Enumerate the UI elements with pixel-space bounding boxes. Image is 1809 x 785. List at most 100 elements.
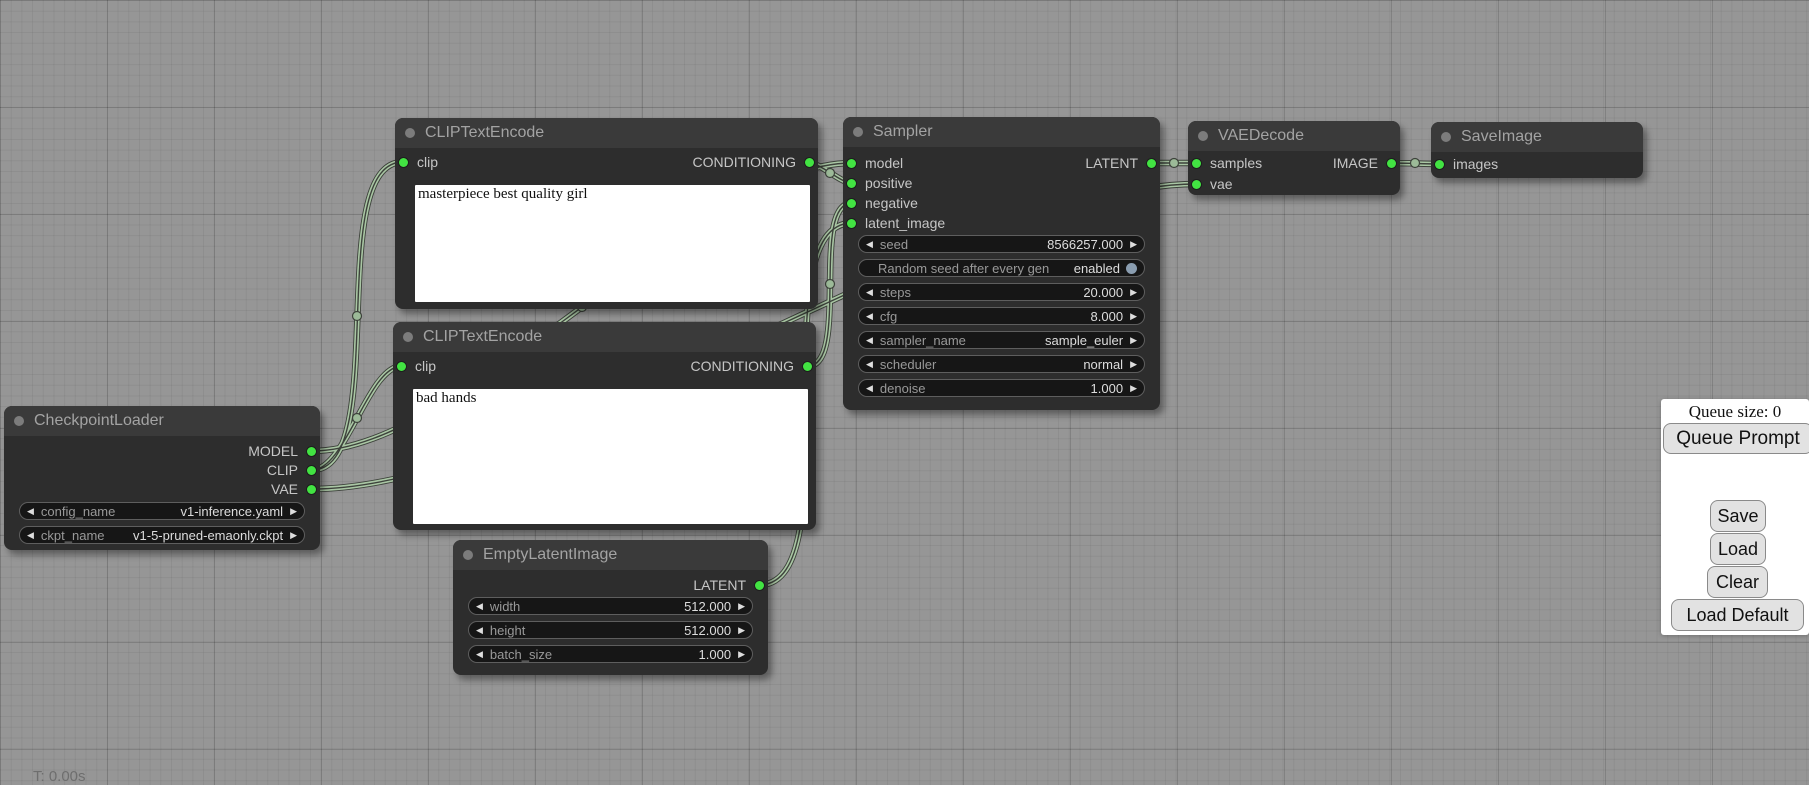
increment-arrow-icon[interactable]: ▶ <box>1130 307 1137 325</box>
port-label: CONDITIONING <box>693 154 796 170</box>
widget-cfg[interactable]: ◀ cfg 8.000 ▶ <box>858 307 1145 325</box>
node-emptylatentimage[interactable]: EmptyLatentImage LATENT ◀ width 512.000 … <box>453 540 768 675</box>
node-title: SaveImage <box>1461 128 1542 146</box>
output-port-dot[interactable] <box>755 581 764 590</box>
widget-label: batch_size <box>490 647 552 662</box>
node-title-bar[interactable]: EmptyLatentImage <box>453 540 768 570</box>
output-port-dot[interactable] <box>1387 159 1396 168</box>
increment-arrow-icon[interactable]: ▶ <box>290 502 297 520</box>
widget-sampler-name[interactable]: ◀ sampler_name sample_euler ▶ <box>858 331 1145 349</box>
clear-button[interactable]: Clear <box>1707 566 1768 598</box>
output-row-latent: LATENT <box>457 576 764 594</box>
increment-arrow-icon[interactable]: ▶ <box>738 621 745 639</box>
input-port-dot[interactable] <box>847 159 856 168</box>
decrement-arrow-icon[interactable]: ◀ <box>476 597 483 615</box>
node-saveimage[interactable]: SaveImage images <box>1431 122 1643 178</box>
increment-arrow-icon[interactable]: ▶ <box>1130 331 1137 349</box>
node-title-bar[interactable]: VAEDecode <box>1188 121 1400 151</box>
widget-steps[interactable]: ◀ steps 20.000 ▶ <box>858 283 1145 301</box>
output-row-clip: CLIP <box>8 461 316 479</box>
prompt-textarea[interactable]: masterpiece best quality girl <box>415 185 810 302</box>
increment-arrow-icon[interactable]: ▶ <box>1130 235 1137 253</box>
input-port-dot[interactable] <box>847 219 856 228</box>
node-title-bar[interactable]: CheckpointLoader <box>4 406 320 436</box>
collapse-dot-icon[interactable] <box>853 127 863 137</box>
input-row-images: images <box>1435 155 1639 173</box>
input-port-dot[interactable] <box>397 362 406 371</box>
decrement-arrow-icon[interactable]: ◀ <box>866 283 873 301</box>
widget-label: height <box>490 623 525 638</box>
port-label: clip <box>415 358 436 374</box>
collapse-dot-icon[interactable] <box>1198 131 1208 141</box>
widget-config-name[interactable]: ◀ config_name v1-inference.yaml ▶ <box>19 502 305 520</box>
port-label: CONDITIONING <box>691 358 794 374</box>
decrement-arrow-icon[interactable]: ◀ <box>866 355 873 373</box>
decrement-arrow-icon[interactable]: ◀ <box>27 526 34 544</box>
prompt-textarea[interactable]: bad hands <box>413 389 808 524</box>
node-title-bar[interactable]: SaveImage <box>1431 122 1643 152</box>
node-title: VAEDecode <box>1218 127 1304 145</box>
node-title-bar[interactable]: CLIPTextEncode <box>393 322 816 352</box>
save-button[interactable]: Save <box>1710 500 1766 532</box>
toggle-dot-icon[interactable] <box>1126 263 1137 274</box>
load-button[interactable]: Load <box>1710 533 1766 565</box>
increment-arrow-icon[interactable]: ▶ <box>290 526 297 544</box>
input-port-dot[interactable] <box>847 179 856 188</box>
widget-random-seed-toggle[interactable]: Random seed after every gen enabled <box>858 259 1145 277</box>
node-cliptextencode-positive[interactable]: CLIPTextEncode clip CONDITIONING masterp… <box>395 118 818 309</box>
widget-ckpt-name[interactable]: ◀ ckpt_name v1-5-pruned-emaonly.ckpt ▶ <box>19 526 305 544</box>
node-checkpointloader[interactable]: CheckpointLoader MODEL CLIP VAE ◀ config… <box>4 406 320 550</box>
output-port-dot[interactable] <box>803 362 812 371</box>
widget-label: cfg <box>880 309 897 324</box>
widget-value: enabled <box>1074 261 1120 276</box>
increment-arrow-icon[interactable]: ▶ <box>1130 355 1137 373</box>
decrement-arrow-icon[interactable]: ◀ <box>866 379 873 397</box>
input-port-dot[interactable] <box>399 158 408 167</box>
collapse-dot-icon[interactable] <box>1441 132 1451 142</box>
input-port-dot[interactable] <box>1435 160 1444 169</box>
load-default-button[interactable]: Load Default <box>1671 599 1804 631</box>
decrement-arrow-icon[interactable]: ◀ <box>476 645 483 663</box>
input-port-dot[interactable] <box>847 199 856 208</box>
output-port-dot[interactable] <box>307 447 316 456</box>
widget-width[interactable]: ◀ width 512.000 ▶ <box>468 597 753 615</box>
increment-arrow-icon[interactable]: ▶ <box>738 645 745 663</box>
decrement-arrow-icon[interactable]: ◀ <box>476 621 483 639</box>
port-label: model <box>865 155 903 171</box>
node-sampler[interactable]: Sampler model LATENT positive negative l… <box>843 117 1160 410</box>
widget-height[interactable]: ◀ height 512.000 ▶ <box>468 621 753 639</box>
collapse-dot-icon[interactable] <box>403 332 413 342</box>
node-title-bar[interactable]: Sampler <box>843 117 1160 147</box>
collapse-dot-icon[interactable] <box>463 550 473 560</box>
port-label: LATENT <box>1085 155 1138 171</box>
decrement-arrow-icon[interactable]: ◀ <box>27 502 34 520</box>
node-title-bar[interactable]: CLIPTextEncode <box>395 118 818 148</box>
widget-seed[interactable]: ◀ seed 8566257.000 ▶ <box>858 235 1145 253</box>
collapse-dot-icon[interactable] <box>405 128 415 138</box>
input-port-dot[interactable] <box>1192 180 1201 189</box>
widget-value: 8566257.000 <box>1047 237 1123 252</box>
decrement-arrow-icon[interactable]: ◀ <box>866 235 873 253</box>
queue-prompt-button[interactable]: Queue Prompt <box>1663 423 1809 454</box>
output-port-dot[interactable] <box>307 466 316 475</box>
collapse-dot-icon[interactable] <box>14 416 24 426</box>
node-vaedecode[interactable]: VAEDecode samples IMAGE vae <box>1188 121 1400 195</box>
output-port-dot[interactable] <box>1147 159 1156 168</box>
graph-canvas[interactable]: { "graph": { "timer": "T: 0.00s" }, "nod… <box>0 0 1809 782</box>
widget-batch-size[interactable]: ◀ batch_size 1.000 ▶ <box>468 645 753 663</box>
widget-scheduler[interactable]: ◀ scheduler normal ▶ <box>858 355 1145 373</box>
increment-arrow-icon[interactable]: ▶ <box>1130 379 1137 397</box>
node-title: EmptyLatentImage <box>483 546 617 564</box>
widget-denoise[interactable]: ◀ denoise 1.000 ▶ <box>858 379 1145 397</box>
node-cliptextencode-negative[interactable]: CLIPTextEncode clip CONDITIONING bad han… <box>393 322 816 530</box>
input-port-dot[interactable] <box>1192 159 1201 168</box>
increment-arrow-icon[interactable]: ▶ <box>1130 283 1137 301</box>
port-label: CLIP <box>267 462 298 478</box>
output-port-dot[interactable] <box>307 485 316 494</box>
output-port-dot[interactable] <box>805 158 814 167</box>
io-row-clip-conditioning: clip CONDITIONING <box>399 153 814 171</box>
widget-label: width <box>490 599 520 614</box>
increment-arrow-icon[interactable]: ▶ <box>738 597 745 615</box>
decrement-arrow-icon[interactable]: ◀ <box>866 307 873 325</box>
decrement-arrow-icon[interactable]: ◀ <box>866 331 873 349</box>
